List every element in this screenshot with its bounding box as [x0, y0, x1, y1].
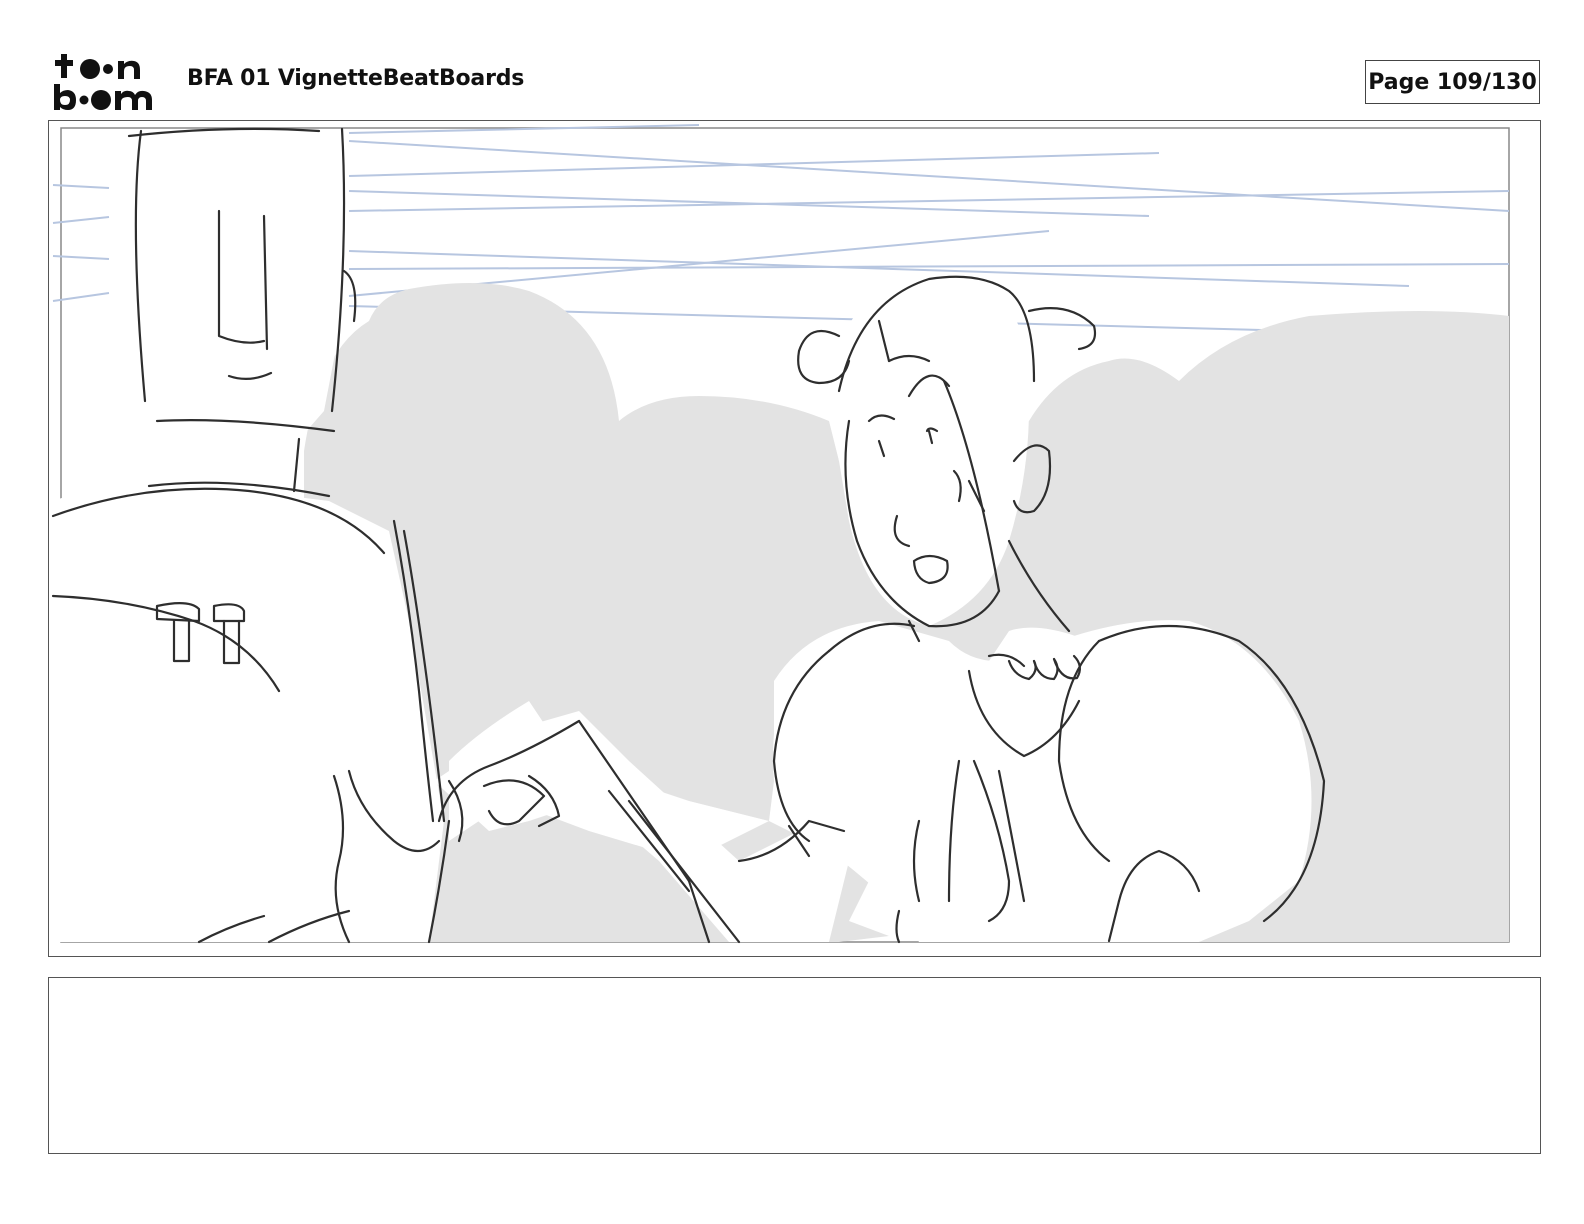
document-title: BFA 01 VignetteBeatBoards	[187, 66, 525, 91]
page-number: Page 109/130	[1365, 60, 1540, 104]
logo-mark-icon	[54, 54, 152, 110]
panel-caption-box	[48, 977, 1541, 1154]
storyboard-sketch-image	[51, 124, 1510, 944]
toonboom-logo	[52, 52, 164, 112]
storyboard-panel	[48, 120, 1541, 957]
